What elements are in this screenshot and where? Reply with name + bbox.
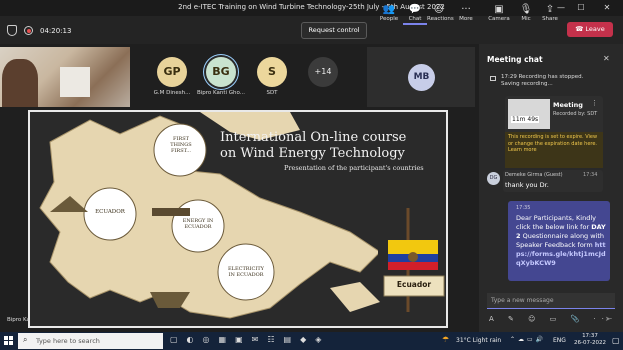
expiration-warning[interactable]: This recording is set to expire. View or… [505, 132, 603, 168]
slide-title-line1: International On-line course [220, 130, 407, 145]
close-window-button[interactable]: ✕ [600, 1, 614, 14]
phone-icon: ☎ [575, 25, 586, 33]
message-time: 17:34 [583, 172, 598, 178]
recording-owner: Recorded by: SDT [553, 111, 598, 117]
more-icon: ··· [461, 4, 471, 15]
message-text-part: Dear Participants, Kindly click the belo… [516, 214, 597, 231]
participant-name: G.M Dinesh... [153, 90, 191, 96]
share-label: Share [542, 16, 558, 22]
avatar: DG [487, 172, 500, 185]
camera-off-icon: ▣ [494, 4, 504, 15]
windows-start-icon[interactable] [4, 336, 13, 345]
circle-electricity: ELECTRICITY IN ECUADOR [220, 266, 272, 278]
system-message-text: Saving recording... [501, 81, 553, 87]
slide-title-line2: on Wind Energy Technology [220, 146, 405, 161]
leave-button[interactable]: ☎ Leave [567, 22, 613, 37]
reactions-label: Reactions [427, 16, 454, 22]
weather-icon: ☂ [442, 335, 450, 344]
slide-subtitle: Presentation of the participant's countr… [284, 164, 424, 172]
avatar: MB [408, 64, 435, 91]
camera-button[interactable]: ▣ Camera [487, 4, 511, 22]
clock-time: 17:37 [582, 333, 598, 339]
circle-energy-line2: ECUADOR [184, 224, 212, 230]
taskbar-apps[interactable]: ▢◐◎▦▣✉☷▤◆◈ [170, 335, 330, 344]
send-icon[interactable]: ➤ [605, 315, 611, 323]
search-icon: ⌕ [23, 335, 28, 344]
chat-message: Demeke Girma (Guest) 17:34 thank you Dr. [503, 170, 603, 192]
maximize-button[interactable]: ☐ [574, 1, 588, 14]
reactions-button[interactable]: ☺ Reactions [427, 4, 454, 22]
message-input[interactable]: Type a new message [487, 293, 615, 309]
mic-button[interactable]: 🎙 Mic [514, 4, 538, 22]
mic-label: Mic [521, 16, 531, 22]
participant-name: SDT [266, 90, 278, 96]
reaction-icon: ☺ [433, 4, 445, 15]
circle-first-things: FIRST THINGS FIRST... [158, 136, 204, 154]
notifications-icon[interactable]: ▢ [612, 336, 620, 345]
search-placeholder: Type here to search [36, 337, 100, 345]
circle-electricity-line2: IN ECUADOR [228, 272, 264, 278]
system-message-text: Recording has stopped. [518, 74, 584, 80]
system-message-time: 17:29 [501, 74, 517, 80]
recording-thumbnail [508, 99, 550, 129]
circle-energy: ENERGY IN ECUADOR [174, 218, 222, 230]
more-label: More [459, 16, 473, 22]
more-participants-button[interactable]: +14 [308, 57, 338, 87]
weather-text: 31°C Light rain [456, 337, 502, 344]
compose-tools[interactable]: A ✎ ☺ ▭ 📎 ··· [489, 315, 618, 323]
recording-duration: 11m 49s [511, 116, 540, 123]
meeting-chat-panel: Meeting chat ✕ 17:29 Recording has stopp… [479, 44, 623, 335]
avatar[interactable]: BG [206, 57, 236, 87]
message-text: thank you Dr. [505, 181, 549, 189]
language-indicator[interactable]: ENG [553, 337, 566, 344]
person-silhouette [2, 59, 38, 107]
close-chat-icon[interactable]: ✕ [603, 54, 610, 63]
avatar[interactable]: GP [157, 57, 187, 87]
clock[interactable]: 17:37 26-07-2022 [570, 333, 610, 347]
video-recording-icon [490, 76, 496, 81]
shield-icon [7, 25, 17, 36]
shared-screen-slide: International On-line course on Wind Ene… [28, 110, 448, 328]
leave-label: Leave [585, 25, 605, 33]
people-label: People [379, 16, 399, 22]
clock-date: 26-07-2022 [574, 340, 606, 346]
request-control-button[interactable]: Request control [301, 22, 367, 39]
avatar[interactable]: S [257, 57, 287, 87]
chat-icon: 💬 [408, 4, 422, 15]
participant-name: Bipro Kanti Gho... [196, 90, 246, 96]
recording-card[interactable]: 11m 49s Meeting Recorded by: SDT ⋮ This … [505, 96, 603, 168]
message-text-part: Questionnaire along with Speaker Feedbac… [516, 232, 605, 249]
circle-first-things-line3: FIRST... [170, 148, 191, 154]
chat-label: Chat [408, 16, 422, 22]
recording-more-icon[interactable]: ⋮ [591, 99, 598, 107]
camera-label: Camera [488, 16, 510, 22]
flag-label: Ecuador [396, 280, 432, 289]
taskbar-search-box[interactable]: ⌕ Type here to search [18, 333, 163, 349]
more-button[interactable]: ··· More [454, 4, 478, 22]
message-text: Dear Participants, Kindly click the belo… [516, 214, 606, 268]
share-button[interactable]: ⇪ Share [538, 4, 562, 22]
video-tile[interactable] [0, 47, 130, 107]
my-chat-message: 17:35 Dear Participants, Kindly click th… [508, 201, 610, 281]
recording-title: Meeting [553, 101, 583, 109]
chat-button[interactable]: 💬 Chat [403, 4, 427, 25]
message-time: 17:35 [516, 205, 531, 211]
message-author: Demeke Girma (Guest) [505, 172, 563, 178]
chat-header: Meeting chat [487, 55, 543, 64]
system-message: 17:29 Recording has stopped. Saving reco… [501, 74, 601, 88]
mic-off-icon: 🎙 [519, 4, 533, 15]
share-icon: ⇪ [545, 4, 555, 15]
meeting-timer: 04:20:13 [40, 27, 72, 35]
wall-fixture [60, 67, 90, 97]
recording-dot [26, 28, 31, 33]
people-button[interactable]: 👥 People [377, 4, 401, 22]
presenter-name: Bipro Ka [7, 317, 30, 323]
tray-icons[interactable]: ⌃☁▭🔊 [510, 336, 546, 343]
people-icon: 👥 [382, 4, 396, 15]
circle-ecuador: ECUADOR [95, 209, 125, 215]
